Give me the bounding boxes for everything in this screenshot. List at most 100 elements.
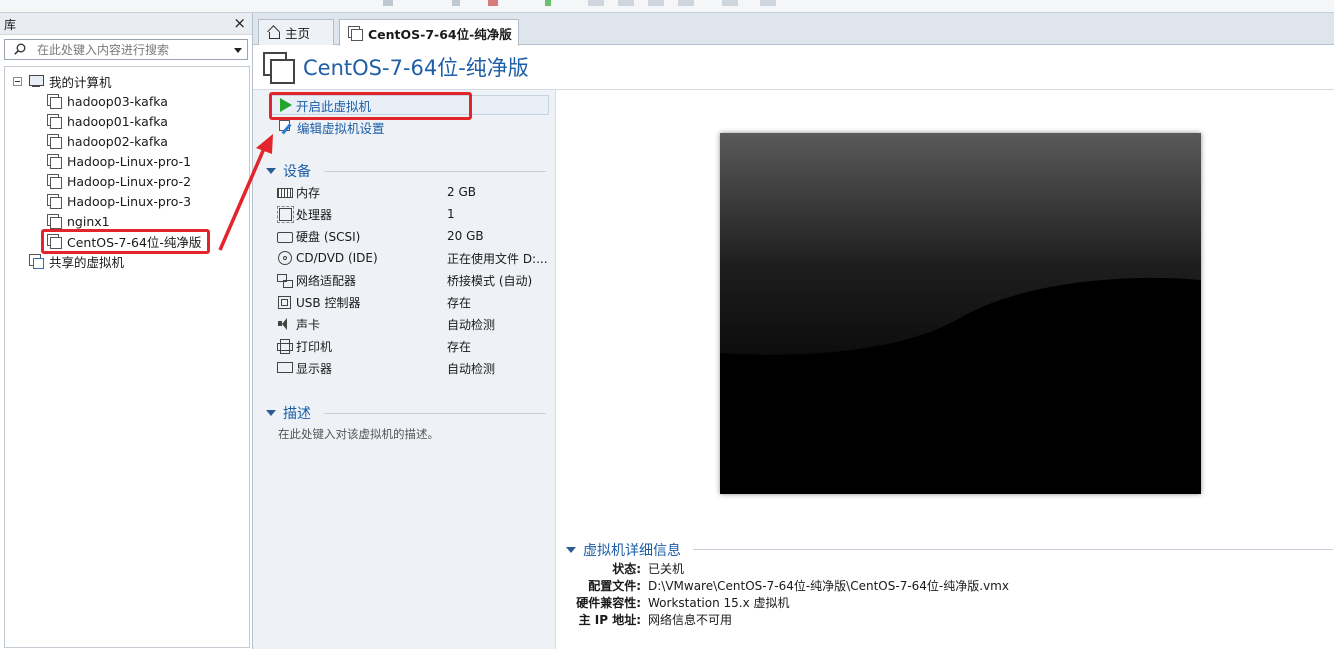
device-value: 自动检测 [447,361,496,376]
divider [693,549,1333,550]
device-row-monitor[interactable]: 显示器 自动检测 [277,357,549,379]
tab-vm[interactable]: CentOS-7-64位-纯净版 × [339,19,519,46]
library-title: 库 [4,18,17,32]
vm-header: CentOS-7-64位-纯净版 [263,52,529,84]
toolbar-button[interactable] [588,0,604,6]
tree-node-label: nginx1 [67,213,110,229]
toolbar-button[interactable] [648,0,664,6]
toolbar-button[interactable] [760,0,776,6]
printer-icon [277,339,293,354]
device-row-harddisk[interactable]: 硬盘 (SCSI) 20 GB [277,225,549,247]
vm-large-icon [263,52,295,84]
tab-label: 主页 [285,26,311,41]
tree-node-shared-vms[interactable]: 共享的虚拟机 [29,251,124,271]
detail-key: 状态: [612,561,641,576]
shared-vm-icon [29,254,45,269]
toolbar-button[interactable] [678,0,694,6]
toolbar-button[interactable] [383,0,393,6]
tree-node-vm[interactable]: hadoop03-kafka [47,91,168,111]
tree-node-label: 我的计算机 [49,74,112,90]
vm-icon [47,134,62,149]
close-tab-icon[interactable]: × [499,24,511,40]
vm-title: CentOS-7-64位-纯净版 [303,56,529,80]
tree-node-vm[interactable]: hadoop02-kafka [47,131,168,151]
annotation-box-vm-selection [41,229,210,254]
library-header: 库 × [0,13,252,35]
detail-key: 主 IP 地址: [578,612,641,627]
device-value: 2 GB [447,185,476,199]
device-row-usb[interactable]: USB 控制器 存在 [277,291,549,313]
device-value: 正在使用文件 D:... [447,251,547,266]
device-value: 存在 [447,295,472,310]
detail-row-ip: 主 IP 地址: 网络信息不可用 [566,610,732,628]
vm-preview-screen[interactable] [720,133,1201,494]
divider [324,413,546,414]
toolbar-button[interactable] [545,0,551,6]
search-input[interactable] [37,41,227,58]
detail-value: Workstation 15.x 虚拟机 [648,595,790,610]
network-icon [277,273,293,288]
vm-icon [47,154,62,169]
annotation-arrow [218,134,273,251]
toolbar-button[interactable] [722,0,738,6]
toolbar-button[interactable] [452,0,460,6]
detail-row-status: 状态: 已关机 [566,559,684,577]
device-row-cdrom[interactable]: CD/DVD (IDE) 正在使用文件 D:... [277,247,549,269]
vm-icon [47,194,62,209]
device-name: 声卡 [296,317,321,332]
vm-summary: CentOS-7-64位-纯净版 开启此虚拟机 编辑虚拟机设置 设备 内存 2 … [253,46,1334,649]
toolbar-button[interactable] [618,0,634,6]
search-icon [14,43,26,55]
close-icon[interactable]: × [233,14,246,32]
collapse-icon [566,547,576,553]
toolbar-button[interactable] [488,0,498,6]
vm-icon [47,114,62,129]
vm-icon [47,94,62,109]
tree-node-vm[interactable]: nginx1 [47,211,110,231]
tree-node-my-computer[interactable]: 我的计算机 [13,71,112,91]
tree-node-vm[interactable]: Hadoop-Linux-pro-1 [47,151,191,171]
usb-icon [277,295,293,309]
tree-node-vm[interactable]: Hadoop-Linux-pro-3 [47,191,191,211]
edit-vm-settings-link[interactable]: 编辑虚拟机设置 [279,117,385,137]
device-value: 桥接模式 (自动) [447,273,533,288]
home-icon [267,26,281,39]
tree-node-vm[interactable]: hadoop01-kafka [47,111,168,131]
description-section-header[interactable]: 描述 [266,403,546,423]
device-row-cpu[interactable]: 处理器 1 [277,203,549,225]
device-name: 处理器 [296,207,333,222]
vm-left-column: 开启此虚拟机 编辑虚拟机设置 设备 内存 2 GB 处理器 1 硬盘 (SCSI… [253,90,556,649]
tree-node-vm[interactable]: Hadoop-Linux-pro-2 [47,171,191,191]
collapse-icon [266,410,276,416]
detail-row-hw-compat: 硬件兼容性: Workstation 15.x 虚拟机 [566,593,790,611]
tab-label: CentOS-7-64位-纯净版 [368,26,512,42]
description-text[interactable]: 在此处键入对该虚拟机的描述。 [278,426,439,442]
computer-icon [28,74,44,88]
preview-graphic [720,133,1201,494]
device-row-sound[interactable]: 声卡 自动检测 [277,313,549,335]
detail-value: 已关机 [648,561,685,576]
detail-row-config-file: 配置文件: D:\VMware\CentOS-7-64位-纯净版\CentOS-… [566,576,1009,594]
description-title: 描述 [283,406,311,422]
device-name: USB 控制器 [296,295,361,310]
device-name: 打印机 [296,339,333,354]
vm-icon [47,174,62,189]
device-value: 自动检测 [447,317,496,332]
library-search[interactable] [4,39,248,60]
collapse-toggle[interactable] [13,76,22,86]
detail-value[interactable]: D:\VMware\CentOS-7-64位-纯净版\CentOS-7-64位-… [648,577,1009,594]
device-row-printer[interactable]: 打印机 存在 [277,335,549,357]
chevron-down-icon[interactable] [234,48,242,53]
details-title: 虚拟机详细信息 [583,543,681,559]
annotation-box-power-on [269,92,472,120]
tab-home[interactable]: 主页 [258,19,334,45]
detail-key: 硬件兼容性: [576,595,641,610]
tree-node-label: Hadoop-Linux-pro-1 [67,153,192,169]
device-row-memory[interactable]: 内存 2 GB [277,181,549,203]
device-name: 硬盘 (SCSI) [296,229,361,244]
tree-node-label: hadoop01-kafka [67,113,168,129]
tree-node-label: Hadoop-Linux-pro-2 [67,173,192,189]
details-section-header[interactable]: 虚拟机详细信息 [566,540,681,560]
device-row-network[interactable]: 网络适配器 桥接模式 (自动) [277,269,549,291]
device-value: 20 GB [447,229,484,243]
